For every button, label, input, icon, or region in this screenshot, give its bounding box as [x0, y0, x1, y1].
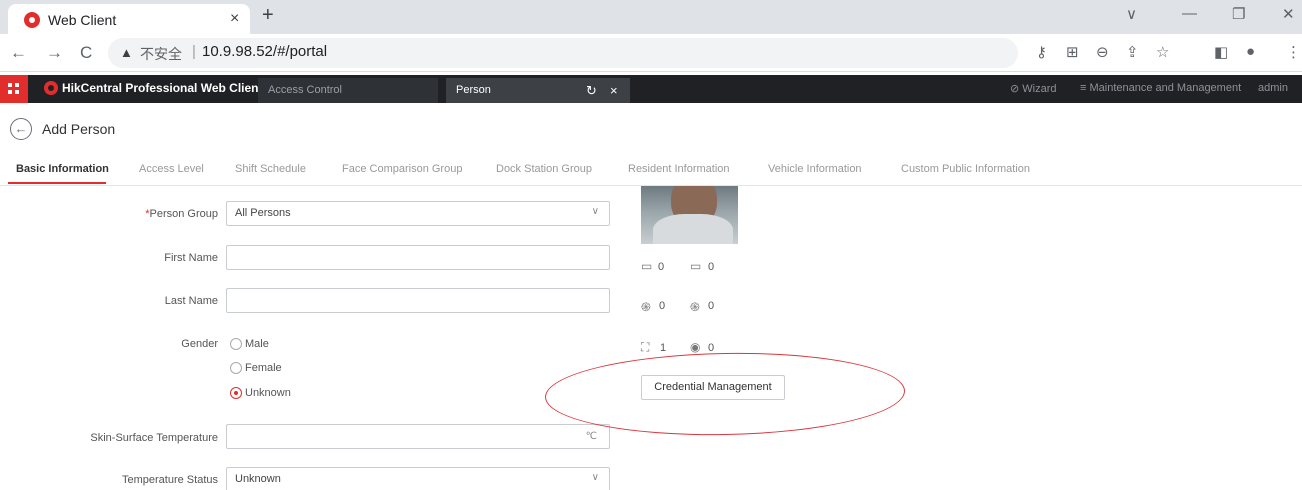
tab-custom-public-information[interactable]: Custom Public Information	[901, 163, 1030, 175]
url-text[interactable]: 10.9.98.52/#/portal	[202, 43, 327, 60]
app-grid-icon[interactable]	[0, 75, 28, 103]
translate-icon[interactable]: ⊞	[1066, 43, 1079, 61]
hik-favicon-icon	[24, 12, 40, 28]
back-circle-icon[interactable]: ←	[10, 118, 32, 140]
side-panel-icon[interactable]: ◧	[1214, 43, 1228, 61]
last-name-label: Last Name	[164, 295, 218, 307]
tab-basic-information[interactable]: Basic Information	[16, 163, 109, 175]
address-separator: |	[192, 43, 196, 60]
close-window-button[interactable]: ✕	[1282, 5, 1295, 23]
zoom-icon[interactable]: ⊖	[1096, 43, 1109, 61]
app-header: HikCentral Professional Web Client Acces…	[0, 75, 1302, 103]
new-tab-button[interactable]: +	[262, 4, 274, 27]
person-group-label-text: Person Group	[149, 208, 218, 220]
bookmark-star-icon[interactable]: ☆	[1156, 43, 1169, 61]
tab-search-icon[interactable]: ∨	[1126, 5, 1137, 23]
brand-title: HikCentral Professional Web Client	[62, 81, 263, 95]
tab-dock-station-group[interactable]: Dock Station Group	[496, 163, 592, 175]
tab-access-control[interactable]: Access Control	[258, 78, 438, 103]
warning-icon: ▲	[120, 45, 133, 60]
iris-count: 0	[708, 342, 715, 354]
skin-temperature-input[interactable]: ℃	[226, 424, 610, 449]
gender-label: Gender	[181, 338, 218, 350]
fingerprint-reader-icon: ֍	[690, 300, 700, 314]
temperature-status-label: Temperature Status	[122, 474, 218, 486]
gender-female-radio[interactable]	[230, 362, 242, 374]
restore-button[interactable]: ❐	[1232, 5, 1245, 23]
tab-close-icon[interactable]: ×	[230, 10, 239, 28]
card-reader-icon: ▭	[690, 259, 702, 273]
tab-resident-information[interactable]: Resident Information	[628, 163, 730, 175]
hik-logo-icon	[44, 81, 58, 95]
gender-male-radio[interactable]	[230, 338, 242, 350]
share-icon[interactable]: ⇪	[1126, 43, 1139, 61]
tab-shift-schedule[interactable]: Shift Schedule	[235, 163, 306, 175]
forward-arrow-icon[interactable]: →	[46, 43, 63, 63]
user-menu[interactable]: admin	[1258, 82, 1288, 94]
person-photo[interactable]	[641, 186, 738, 244]
person-group-label: *Person Group	[8, 208, 218, 220]
tab-face-comparison-group[interactable]: Face Comparison Group	[342, 163, 462, 175]
first-name-label: First Name	[164, 252, 218, 264]
password-key-icon[interactable]: ⚷	[1036, 43, 1047, 61]
skin-temperature-label: Skin-Surface Temperature	[90, 432, 218, 444]
chevron-down-icon: ∨	[591, 472, 599, 483]
card-icon: ▭	[641, 259, 653, 273]
last-name-input[interactable]	[226, 288, 610, 313]
fingerprint-reader-count: 0	[708, 300, 715, 312]
face-icon: ⛶	[641, 340, 650, 354]
celsius-unit: ℃	[585, 431, 597, 442]
wizard-link[interactable]: ⊘ Wizard	[1010, 82, 1057, 95]
back-arrow-icon[interactable]: ←	[10, 43, 27, 63]
refresh-icon[interactable]: ↻	[586, 83, 597, 99]
minimize-button[interactable]: —	[1182, 5, 1197, 22]
address-bar[interactable]: ▲ 不安全 | 10.9.98.52/#/portal	[108, 38, 1018, 68]
active-tab-underline	[8, 182, 106, 184]
card-count: 0	[658, 261, 665, 273]
temperature-status-value: Unknown	[235, 473, 281, 485]
tab-title: Web Client	[48, 12, 117, 28]
fingerprint-icon: ֍	[641, 300, 651, 314]
tab-person-label: Person	[456, 84, 491, 96]
gender-male-label[interactable]: Male	[245, 338, 269, 350]
card-reader-count: 0	[708, 261, 715, 273]
person-group-value: All Persons	[235, 207, 291, 219]
temperature-status-select[interactable]: Unknown ∨	[226, 467, 610, 490]
browser-menu-icon[interactable]: ⋮	[1286, 43, 1301, 61]
gender-female-label[interactable]: Female	[245, 362, 282, 374]
browser-toolbar: ← → C ▲ 不安全 | 10.9.98.52/#/portal ⚷ ⊞ ⊖ …	[0, 34, 1302, 72]
person-group-select[interactable]: All Persons ∨	[226, 201, 610, 226]
tab-access-level[interactable]: Access Level	[139, 163, 204, 175]
tab-vehicle-information[interactable]: Vehicle Information	[768, 163, 862, 175]
reload-icon[interactable]: C	[80, 43, 92, 63]
page-title: Add Person	[42, 121, 116, 137]
close-tab-icon[interactable]: ×	[610, 83, 618, 98]
tab-person[interactable]: Person ↻ ×	[446, 78, 630, 103]
browser-tab-strip: Web Client × + ∨ — ❐ ✕	[0, 0, 1302, 34]
gender-unknown-label[interactable]: Unknown	[245, 387, 291, 399]
credential-management-button[interactable]: Credential Management	[641, 375, 785, 400]
chevron-down-icon: ∨	[591, 206, 599, 217]
browser-tab[interactable]: Web Client ×	[8, 4, 250, 34]
face-count: 1	[660, 342, 667, 354]
gender-unknown-radio[interactable]	[230, 387, 242, 399]
insecure-label: 不安全	[140, 46, 182, 62]
iris-icon: ◉	[690, 340, 701, 354]
maintenance-link[interactable]: ≡ Maintenance and Management	[1080, 82, 1241, 94]
profile-avatar-icon[interactable]: ●	[1246, 43, 1255, 60]
first-name-input[interactable]	[226, 245, 610, 270]
form-tabs: Basic Information Access Level Shift Sch…	[0, 158, 1302, 186]
fingerprint-count: 0	[659, 300, 666, 312]
